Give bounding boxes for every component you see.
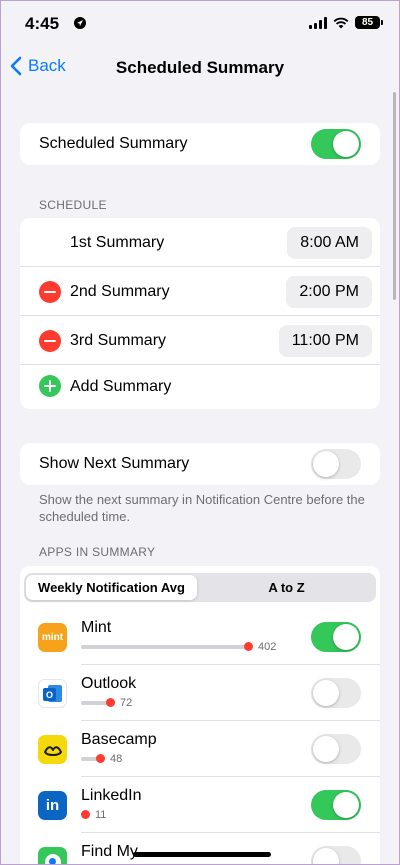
app-row-outlook: O Outlook 72 xyxy=(20,665,380,721)
app-row-find-my: Find My xyxy=(20,833,380,865)
show-next-summary-card: Show Next Summary xyxy=(20,443,380,485)
battery-level: 85 xyxy=(361,17,374,28)
schedule-row-label: 1st Summary xyxy=(70,233,165,251)
schedule-row-label: 2nd Summary xyxy=(70,282,170,300)
app-name: Basecamp xyxy=(81,731,157,748)
show-next-summary-toggle[interactable] xyxy=(311,449,361,479)
outlook-icon: O xyxy=(38,679,67,708)
schedule-row-3: 3rd Summary 11:00 PM xyxy=(20,316,380,365)
notification-count: 72 xyxy=(120,697,133,709)
app-toggle-linkedin[interactable] xyxy=(311,790,361,820)
schedule-header: SCHEDULE xyxy=(39,198,107,212)
notification-bar xyxy=(81,645,249,649)
schedule-card: 1st Summary 8:00 AM 2nd Summary 2:00 PM … xyxy=(20,218,380,409)
basecamp-glyph-icon xyxy=(43,745,62,756)
cellular-signal-icon xyxy=(309,16,327,29)
mint-icon: mint xyxy=(38,623,67,652)
scroll-indicator[interactable] xyxy=(393,92,396,300)
add-summary-button[interactable] xyxy=(39,375,61,397)
notification-dot xyxy=(244,642,253,651)
app-row-linkedin: in LinkedIn 11 xyxy=(20,777,380,833)
segment-a-to-z[interactable]: A to Z xyxy=(199,575,374,600)
notification-dot xyxy=(81,810,90,819)
linkedin-icon-text: in xyxy=(45,797,60,814)
time-picker-1[interactable]: 8:00 AM xyxy=(287,227,372,259)
remove-summary-3-button[interactable] xyxy=(39,330,61,352)
notification-count: 48 xyxy=(110,753,123,765)
find-my-icon xyxy=(38,847,67,865)
scheduled-summary-label: Scheduled Summary xyxy=(39,135,188,152)
status-bar: 4:45 85 xyxy=(0,0,400,44)
app-name: LinkedIn xyxy=(81,787,142,804)
mint-icon-text: mint xyxy=(41,632,64,643)
app-name: Mint xyxy=(81,619,112,636)
basecamp-icon xyxy=(38,735,67,764)
app-toggle-find-my[interactable] xyxy=(311,846,361,865)
notification-count: 402 xyxy=(258,641,277,653)
app-name: Outlook xyxy=(81,675,137,692)
navigation-bar: Back Scheduled Summary xyxy=(0,48,400,88)
location-icon xyxy=(74,17,86,29)
segment-weekly-avg[interactable]: Weekly Notification Avg xyxy=(26,575,197,600)
time-picker-2[interactable]: 2:00 PM xyxy=(286,276,372,308)
notification-dot xyxy=(96,754,105,763)
linkedin-icon: in xyxy=(38,791,67,820)
home-indicator[interactable] xyxy=(133,852,271,857)
sort-segmented-control: Weekly Notification Avg A to Z xyxy=(24,573,376,602)
notification-dot xyxy=(106,698,115,707)
app-toggle-mint[interactable] xyxy=(311,622,361,652)
page-title: Scheduled Summary xyxy=(115,58,285,77)
app-toggle-outlook[interactable] xyxy=(311,678,361,708)
add-summary-row[interactable]: Add Summary xyxy=(20,365,380,409)
apps-header: APPS IN SUMMARY xyxy=(39,545,156,559)
schedule-row-2: 2nd Summary 2:00 PM xyxy=(20,267,380,316)
status-time: 4:45 xyxy=(25,14,60,33)
remove-summary-2-button[interactable] xyxy=(39,281,61,303)
notification-count: 11 xyxy=(95,809,107,821)
app-row-mint: mint Mint 402 xyxy=(20,609,380,665)
show-next-summary-footer: Show the next summary in Notification Ce… xyxy=(39,492,365,524)
outlook-icon-text: O xyxy=(43,688,56,701)
show-next-summary-label: Show Next Summary xyxy=(39,455,190,472)
scheduled-summary-toggle[interactable] xyxy=(311,129,361,159)
wifi-icon xyxy=(333,17,349,28)
app-name: Find My xyxy=(81,843,138,860)
app-toggle-basecamp[interactable] xyxy=(311,734,361,764)
scheduled-summary-card: Scheduled Summary xyxy=(20,123,380,165)
schedule-row-label: 3rd Summary xyxy=(70,331,167,349)
add-summary-label: Add Summary xyxy=(70,378,172,395)
app-row-basecamp: Basecamp 48 xyxy=(20,721,380,777)
time-picker-3[interactable]: 11:00 PM xyxy=(278,325,372,357)
schedule-row-1: 1st Summary 8:00 AM xyxy=(20,218,380,267)
battery-icon: 85 xyxy=(355,16,383,29)
